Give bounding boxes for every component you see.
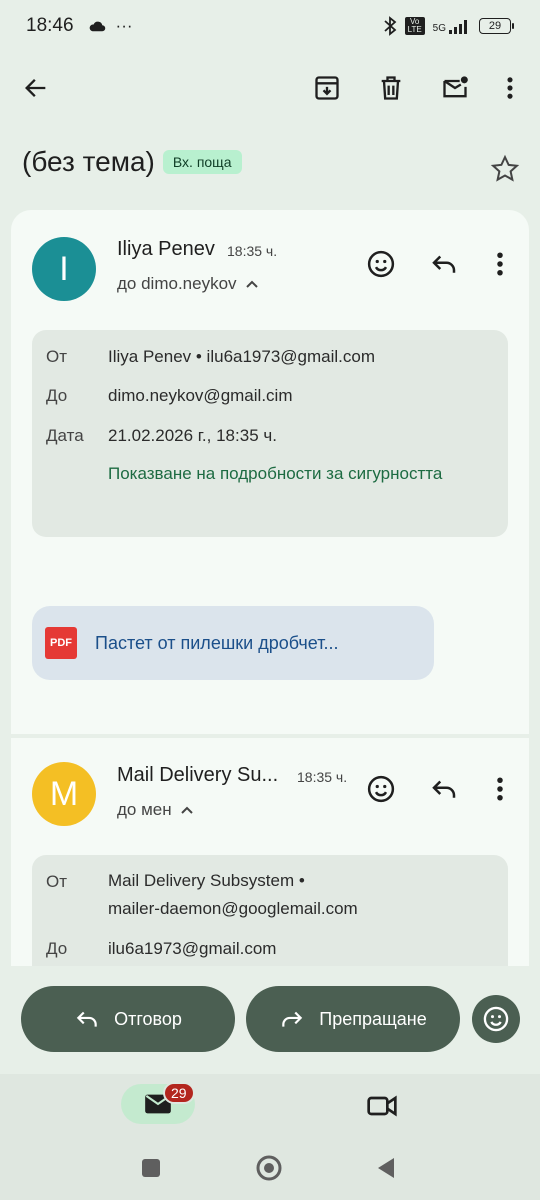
chevron-up-icon (245, 280, 258, 288)
message-time: 18:35 ч. (297, 769, 348, 785)
emoji-reaction-icon[interactable] (364, 247, 398, 281)
network-type: 5G (432, 23, 446, 34)
reply-icon[interactable] (427, 247, 461, 281)
recipient-text: до dimo.neykov (117, 274, 237, 293)
inbox-label-chip[interactable]: Вх. поща (162, 150, 242, 174)
recipient-text: до мен (117, 800, 172, 819)
cloud-icon (89, 21, 105, 32)
security-details-link[interactable]: Показване на подробности за сигурността (108, 464, 494, 484)
reply-icon[interactable] (427, 772, 461, 806)
message-details: От Iliya Penev • ilu6a1973@gmail.com До … (32, 330, 508, 537)
battery-icon: 29 (479, 18, 514, 34)
bottom-nav: 29 (0, 1074, 540, 1134)
recipient-toggle[interactable]: до мен (117, 800, 194, 820)
detail-to: До ilu6a1973@gmail.com (46, 939, 277, 958)
message-card-1: I Iliya Penev 18:35 ч. до dimo.neykov От… (11, 210, 529, 734)
archive-icon[interactable] (307, 68, 347, 108)
system-nav (0, 1134, 540, 1200)
back-icon[interactable] (376, 1157, 396, 1179)
subject-row: (без тема) Вх. поща (22, 140, 520, 184)
home-icon[interactable] (255, 1154, 283, 1182)
attachment-name: Пастет от пилешки дробчет... (95, 632, 339, 653)
email-subject: (без тема) (22, 146, 155, 177)
forward-label: Препращане (319, 1008, 427, 1029)
message-toolbar (0, 60, 540, 118)
sender-name: Mail Delivery Su... (117, 764, 279, 786)
emoji-reaction-icon[interactable] (364, 772, 398, 806)
from-name: Mail Delivery Subsystem • (108, 871, 305, 890)
detail-from: От Mail Delivery Subsystem • mailer-daem… (46, 871, 358, 923)
more-notifications: ··· (115, 16, 133, 35)
detail-date: Дата 21.02.2026 г., 18:35 ч. (46, 426, 277, 445)
pdf-attachment[interactable]: PDF Пастет от пилешки дробчет... (32, 606, 434, 680)
bottom-actions: Отговор Препращане (0, 986, 540, 1052)
message-details: От Mail Delivery Subsystem • mailer-daem… (32, 855, 508, 966)
emoji-react-button[interactable] (472, 995, 520, 1043)
reply-button[interactable]: Отговор (21, 986, 235, 1052)
unread-badge: 29 (163, 1082, 195, 1104)
more-options-icon[interactable] (490, 68, 530, 108)
video-camera-icon[interactable] (366, 1090, 398, 1122)
detail-to: До dimo.neykov@gmail.cim (46, 386, 293, 405)
detail-from: От Iliya Penev • ilu6a1973@gmail.com (46, 347, 376, 366)
sender-name: Iliya Penev (117, 238, 215, 260)
recents-icon[interactable] (141, 1158, 161, 1178)
mark-unread-icon[interactable] (435, 68, 475, 108)
bluetooth-icon (384, 16, 397, 36)
star-icon[interactable] (490, 154, 520, 184)
reply-icon (76, 1011, 97, 1027)
reply-label: Отговор (114, 1008, 182, 1029)
pdf-icon: PDF (45, 627, 77, 659)
message-more-icon[interactable] (483, 247, 517, 281)
message-more-icon[interactable] (483, 772, 517, 806)
back-arrow-icon[interactable] (16, 68, 56, 108)
avatar[interactable]: I (32, 237, 96, 301)
chevron-up-icon (180, 806, 193, 814)
signal-icon (449, 20, 467, 34)
recipient-toggle[interactable]: до dimo.neykov (117, 274, 259, 294)
from-email: mailer-daemon@googlemail.com (108, 899, 358, 918)
message-card-2: M Mail Delivery Su... 18:35 ч. до мен От… (11, 738, 529, 966)
delete-icon[interactable] (371, 68, 411, 108)
avatar-letter: I (59, 249, 69, 288)
status-time: 18:46 (26, 15, 74, 36)
forward-button[interactable]: Препращане (246, 986, 460, 1052)
avatar-letter: M (49, 774, 79, 813)
emoji-icon (483, 1006, 509, 1032)
avatar[interactable]: M (32, 762, 96, 826)
forward-icon (282, 1011, 303, 1027)
volte-icon: Vo LTE (404, 17, 425, 35)
message-time: 18:35 ч. (227, 243, 278, 259)
status-bar: 18:46 ··· Vo LTE 5G 29 (0, 0, 540, 52)
